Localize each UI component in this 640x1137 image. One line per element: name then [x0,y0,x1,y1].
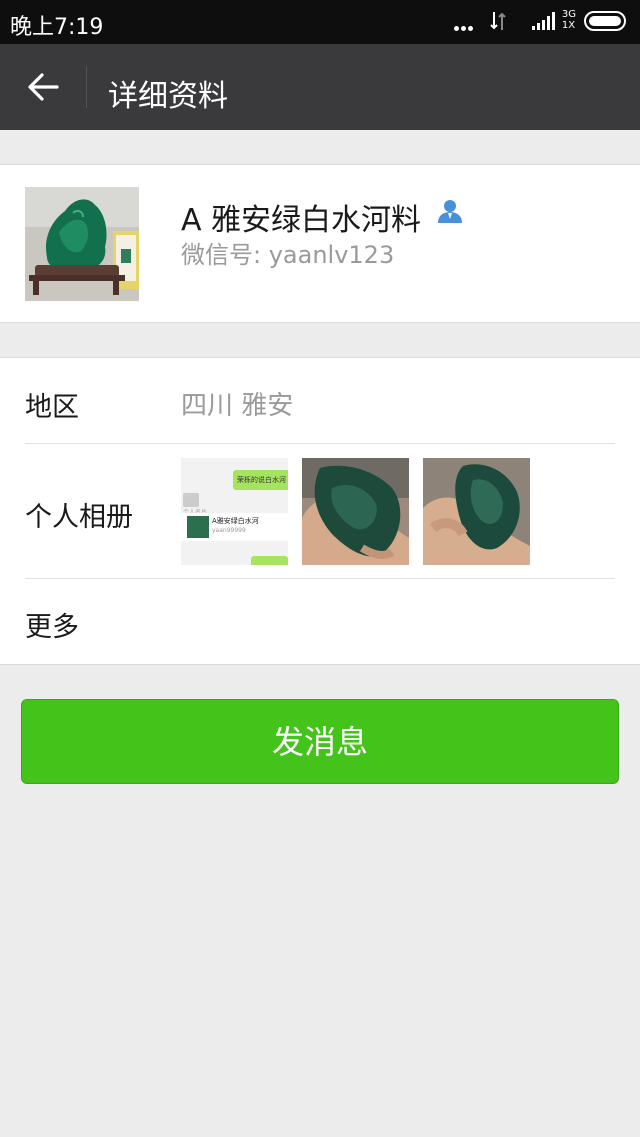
page-title: 详细资料 [108,79,228,114]
chat-bubble-partial [251,556,288,565]
more-row[interactable]: 更多 [25,579,615,664]
wechat-id: 微信号: yaanlv123 [181,241,395,269]
chat-bubble: 荣栎的说白水河 [233,470,288,490]
album-thumb[interactable] [423,458,530,565]
status-time: 晚上7:19 [10,15,104,40]
send-message-button[interactable]: 发消息 [21,699,619,784]
battery-icon [584,11,626,31]
contact-person-icon [438,200,462,223]
album-label: 个人相册 [25,502,133,533]
more-label: 更多 [25,612,79,643]
avatar[interactable] [25,187,139,301]
more-dots-icon [454,16,476,31]
details-card: 地区 四川 雅安 个人相册 荣栎的说白水河 个人名片 A雅安绿白水河 yaan9… [0,357,640,665]
profile-name: A 雅安绿白水河料 [181,203,422,238]
sim-slot: 1X [561,20,576,31]
network-type: 3G [561,9,576,20]
card-body: A雅安绿白水河 yaan99999 [181,513,288,541]
card-thumb [187,516,209,538]
card-id: yaan99999 [212,527,246,534]
region-value: 四川 雅安 [181,391,294,421]
card-title: A雅安绿白水河 [212,517,259,525]
back-arrow-icon[interactable] [26,70,60,104]
region-row: 地区 四川 雅安 [25,358,615,444]
profile-card: A 雅安绿白水河料 微信号: yaanlv123 [0,164,640,323]
status-bar: 晚上7:19 3G 1X [0,0,640,44]
signal-icon [532,12,555,30]
album-thumb[interactable] [302,458,409,565]
nav-bar: 详细资料 [0,44,640,130]
album-thumb[interactable]: 荣栎的说白水河 个人名片 A雅安绿白水河 yaan99999 [181,458,288,565]
region-label: 地区 [25,392,79,423]
nav-divider [86,66,87,108]
status-icons: 3G 1X [428,9,628,34]
network-indicator: 3G 1X [562,9,576,31]
chat-avatar [183,493,199,507]
data-transfer-icon [490,12,506,30]
